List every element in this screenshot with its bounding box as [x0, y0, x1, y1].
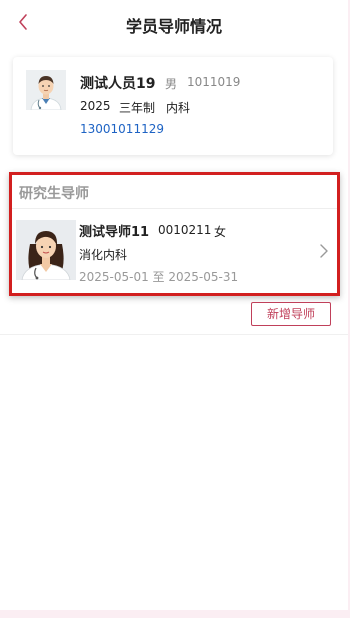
student-gender: 男 [165, 77, 178, 91]
student-phone-link[interactable]: 13001011129 [80, 122, 164, 136]
student-avatar [26, 70, 66, 111]
student-id: 1011019 [187, 75, 241, 89]
mentor-name: 测试导师11 [79, 225, 150, 240]
page-header: 学员导师情况 [0, 0, 348, 48]
student-program: 三年制 [119, 101, 156, 115]
mentor-section-title: 研究生导师 [19, 186, 89, 202]
student-department: 内科 [166, 101, 191, 115]
student-info-card: 测试人员19 男 1011019 2025 三年制 内科 13001011129 [13, 57, 333, 155]
mentor-photo [16, 220, 76, 281]
chevron-right-icon [320, 244, 328, 258]
frame-border [0, 610, 350, 618]
add-mentor-button[interactable]: 新增导师 [251, 302, 331, 326]
app-screen: 学员导师情况 测试人员19 男 1011019 2025 三年制 内科 1300… [0, 0, 348, 610]
divider [0, 334, 348, 335]
mentor-code: 0010211 [158, 223, 212, 237]
student-year: 2025 [80, 99, 111, 113]
male-doctor-avatar-icon [26, 70, 66, 111]
mentor-period: 2025-05-01 至 2025-05-31 [79, 270, 239, 284]
page-title: 学员导师情况 [125, 17, 222, 36]
mentor-section: 研究生导师 测试导师11 0010211 女 消化内科 2025-05-01 至… [9, 172, 340, 296]
mentor-gender: 女 [214, 225, 227, 239]
student-name: 测试人员19 [80, 76, 156, 92]
mentor-department: 消化内科 [79, 248, 128, 262]
mentor-list-item[interactable]: 测试导师11 0010211 女 消化内科 2025-05-01 至 2025-… [12, 209, 337, 293]
female-doctor-photo-icon [16, 220, 76, 281]
